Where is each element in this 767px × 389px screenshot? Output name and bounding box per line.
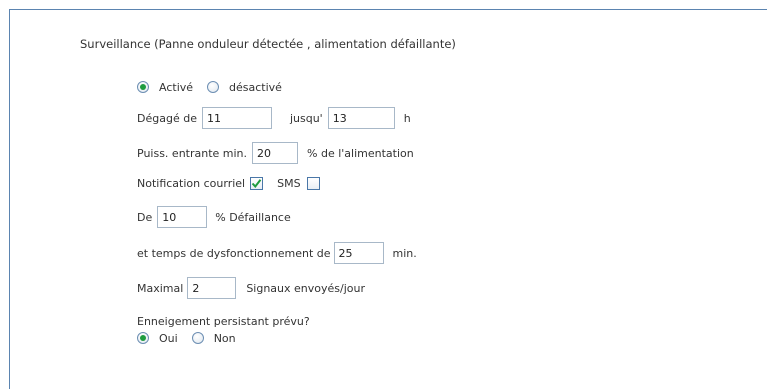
failure-row: De 10 % Défaillance — [137, 206, 291, 228]
inactive-radio[interactable] — [207, 81, 220, 93]
snow-question: Enneigement persistant prévu? — [137, 314, 310, 328]
downtime-unit: min. — [392, 246, 417, 260]
snow-no-label: Non — [213, 331, 236, 345]
inactive-label: désactivé — [229, 80, 282, 94]
snow-options-row: Oui Non — [137, 327, 236, 349]
email-checkbox[interactable] — [250, 176, 264, 190]
from-hour-input[interactable]: 11 — [201, 107, 272, 129]
sms-label: SMS — [277, 176, 301, 190]
settings-panel — [9, 9, 767, 389]
failure-suffix: % Défaillance — [215, 210, 291, 224]
input-power-row: Puiss. entrante min. 20 % de l'alimentat… — [137, 142, 414, 164]
to-label: jusqu' — [289, 111, 323, 125]
time-range-row: Dégagé de 11 jusqu' 13 h — [137, 107, 411, 129]
to-hour-input[interactable]: 13 — [327, 107, 395, 129]
downtime-input[interactable]: 25 — [333, 242, 384, 264]
hour-unit: h — [403, 111, 411, 125]
failure-input[interactable]: 10 — [157, 206, 208, 228]
max-signals-row: Maximal 2 Signaux envoyés/jour — [137, 277, 365, 299]
input-power-input[interactable]: 20 — [252, 142, 299, 164]
input-power-label: Puiss. entrante min. — [137, 146, 248, 160]
active-radio[interactable] — [137, 81, 149, 93]
snow-no-radio[interactable] — [191, 332, 204, 344]
max-signals-input[interactable]: 2 — [187, 277, 237, 299]
email-notification-label: Notification courriel — [137, 176, 246, 190]
downtime-label: et temps de dysfonctionnement de — [137, 246, 331, 260]
failure-prefix: De — [137, 210, 153, 224]
notification-row: Notification courriel SMS — [137, 172, 320, 194]
from-label: Dégagé de — [137, 111, 197, 125]
snow-yes-label: Oui — [159, 331, 178, 345]
max-signals-label: Maximal — [137, 281, 184, 295]
mode-row: Activé désactivé — [137, 76, 282, 98]
sms-checkbox[interactable] — [306, 176, 320, 190]
checkmark-icon — [251, 178, 262, 188]
input-power-suffix: % de l'alimentation — [307, 146, 414, 160]
active-label: Activé — [159, 80, 194, 94]
max-signals-suffix: Signaux envoyés/jour — [246, 281, 365, 295]
section-title: Surveillance (Panne onduleur détectée , … — [80, 37, 456, 51]
downtime-row: et temps de dysfonctionnement de 25 min. — [137, 242, 417, 264]
snow-yes-radio[interactable] — [137, 332, 149, 344]
